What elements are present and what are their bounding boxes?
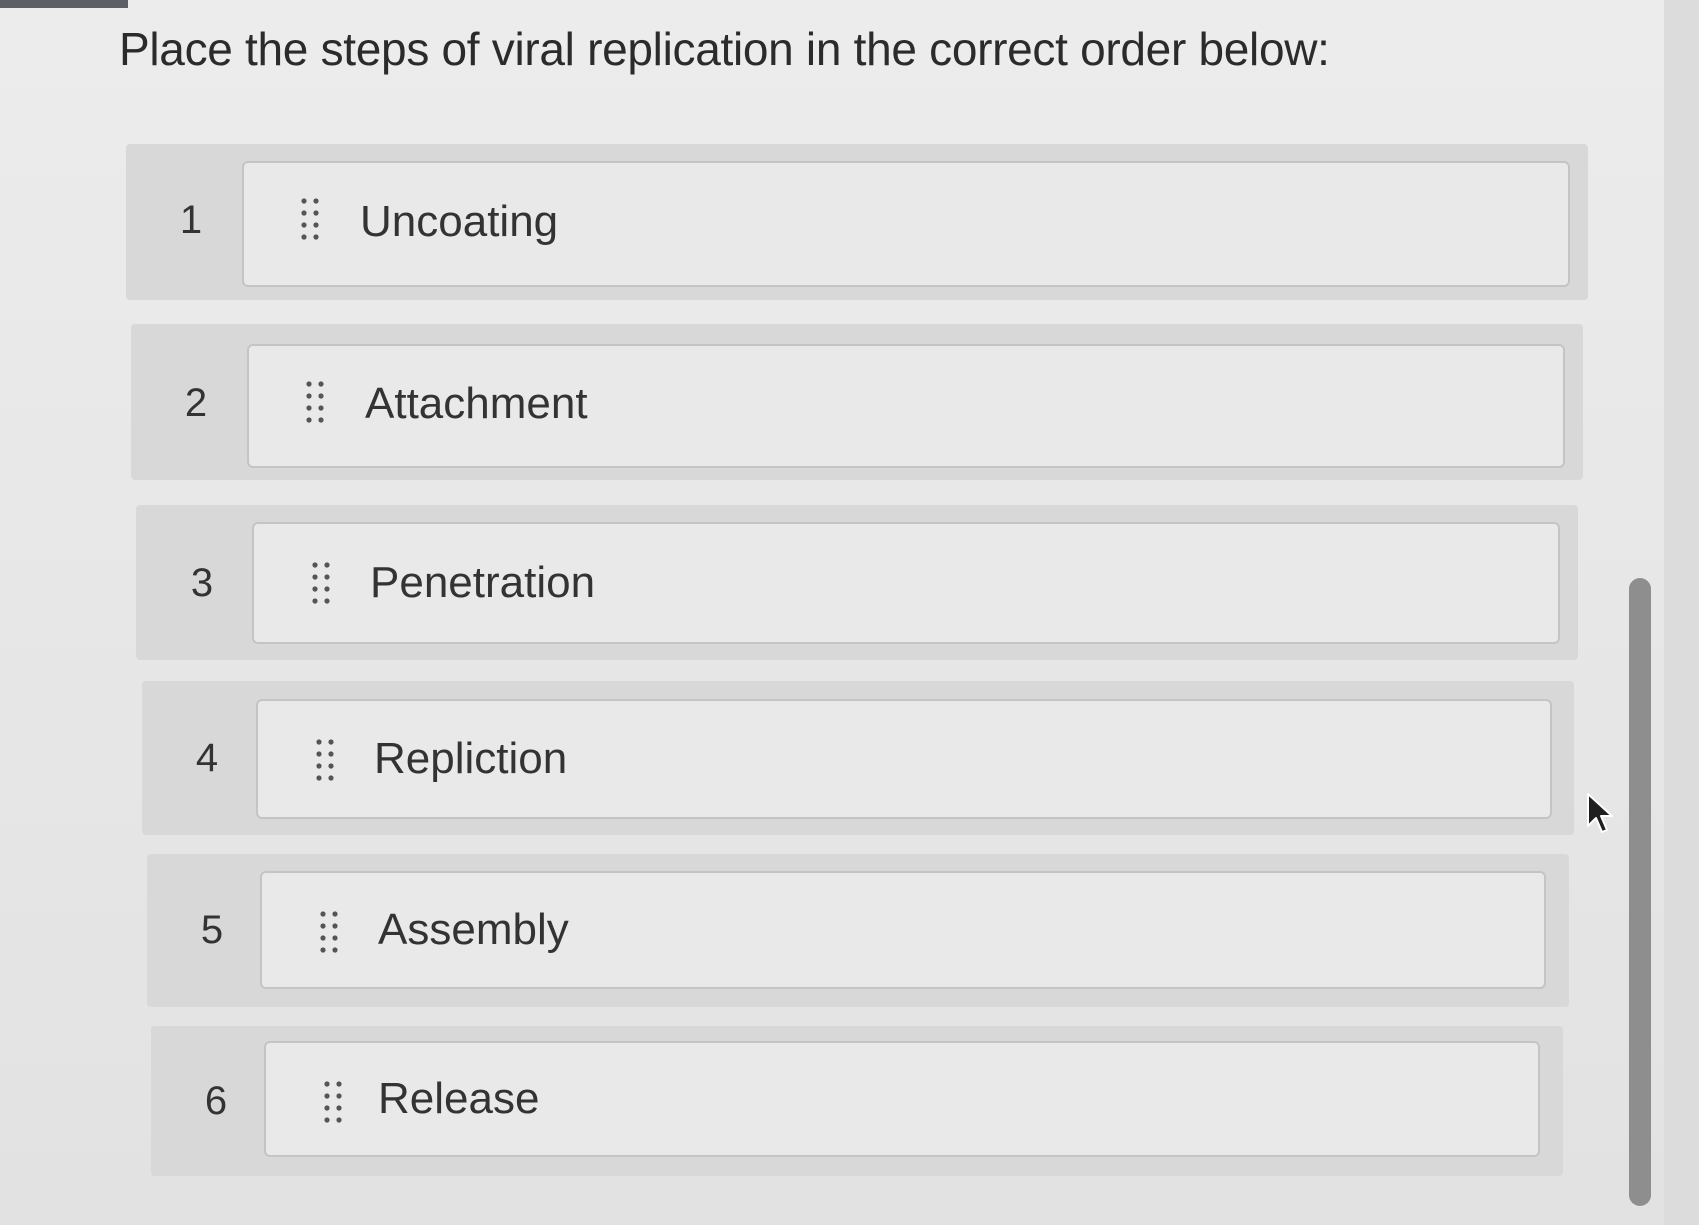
position-number: 4 bbox=[195, 736, 219, 780]
item-label: Repliction bbox=[374, 734, 568, 783]
window-edge bbox=[1664, 0, 1699, 1225]
item-label: Uncoating bbox=[360, 197, 559, 246]
draggable-item-release[interactable]: Release bbox=[264, 1041, 1540, 1157]
drag-handle-icon[interactable] bbox=[299, 196, 321, 242]
position-number: 3 bbox=[190, 561, 214, 605]
mouse-pointer-icon bbox=[1587, 793, 1613, 833]
item-label: Assembly bbox=[378, 905, 569, 954]
position-number: 2 bbox=[184, 381, 208, 425]
item-label: Attachment bbox=[365, 379, 588, 428]
position-number: 6 bbox=[204, 1079, 228, 1123]
drag-handle-icon[interactable] bbox=[318, 909, 340, 955]
drag-handle-icon[interactable] bbox=[314, 737, 336, 783]
drag-handle-icon[interactable] bbox=[304, 379, 326, 425]
draggable-item-penetration[interactable]: Penetration bbox=[252, 522, 1560, 644]
ordering-list: 1 Uncoating 2 Attachment 3 Penetration 4… bbox=[0, 0, 1699, 1225]
drag-handle-icon[interactable] bbox=[310, 560, 332, 606]
drag-handle-icon[interactable] bbox=[322, 1079, 344, 1125]
draggable-item-uncoating[interactable]: Uncoating bbox=[242, 161, 1570, 287]
draggable-item-assembly[interactable]: Assembly bbox=[260, 871, 1546, 989]
draggable-item-repliction[interactable]: Repliction bbox=[256, 699, 1552, 819]
position-number: 5 bbox=[200, 908, 224, 952]
item-label: Release bbox=[378, 1074, 540, 1123]
draggable-item-attachment[interactable]: Attachment bbox=[247, 344, 1565, 468]
item-label: Penetration bbox=[370, 558, 596, 607]
position-number: 1 bbox=[179, 198, 203, 242]
scrollbar-thumb[interactable] bbox=[1629, 578, 1651, 1206]
